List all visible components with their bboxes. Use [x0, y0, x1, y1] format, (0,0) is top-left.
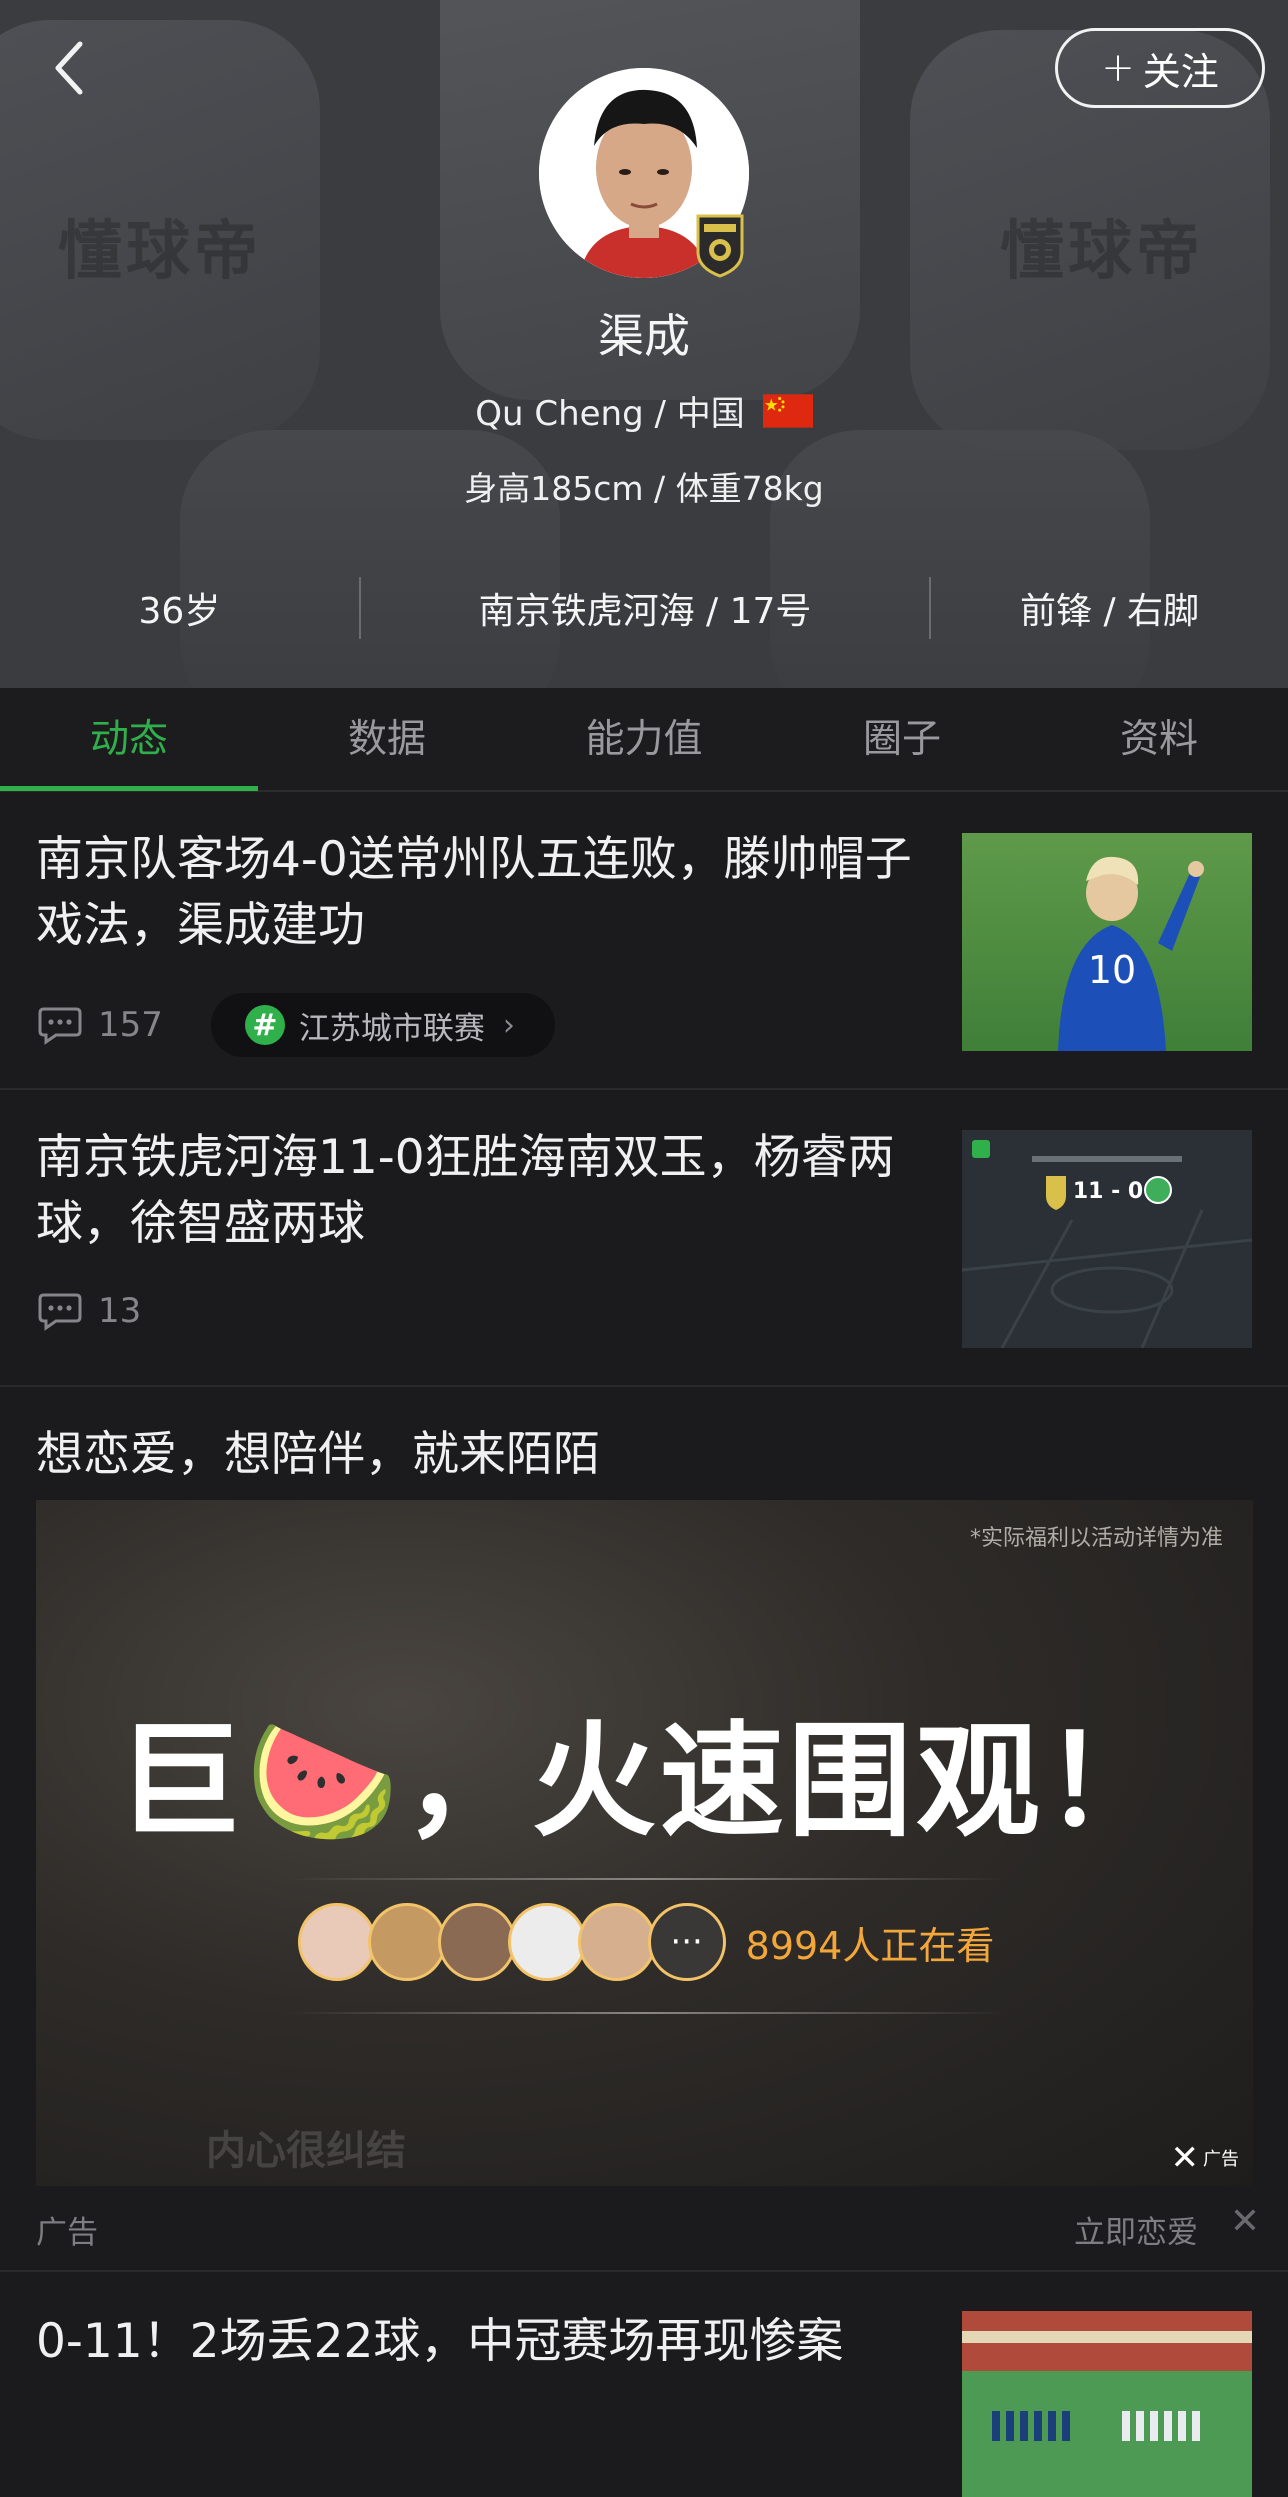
- age-stat: 36岁: [138, 591, 221, 632]
- jersey-number: 10: [1088, 948, 1136, 992]
- ad-label: 广告: [36, 2215, 98, 2251]
- brand-watermark: 懂球帝: [58, 215, 262, 289]
- tab-circle[interactable]: 圈子: [773, 688, 1031, 792]
- news-thumbnail: 11 - 0: [962, 1130, 1252, 1348]
- viewer-avatar: [577, 1903, 656, 1981]
- player-name: 渠成: [598, 309, 690, 363]
- viewer-count: 8994人正在看: [745, 1923, 995, 1968]
- more-icon: ···: [647, 1903, 726, 1981]
- news-item[interactable]: 0-11！2场丢22球，中冠赛场再现惨案: [0, 2273, 1288, 2497]
- comment-icon: [38, 1007, 82, 1045]
- follow-button[interactable]: + 关注: [1055, 28, 1265, 108]
- name-country-text: Qu Cheng / 中国: [475, 394, 745, 434]
- tab-data[interactable]: 数据: [258, 688, 516, 792]
- viewer-avatar: [437, 1903, 516, 1981]
- name-country-line: Qu Cheng / 中国: [0, 386, 1288, 435]
- club-badge-icon: [694, 212, 746, 278]
- player-stats-row: 36岁 南京铁虎河海 / 17号 前锋 / 右脚: [0, 568, 1288, 648]
- viewer-avatar: [507, 1903, 586, 1981]
- news-item[interactable]: 南京铁虎河海11-0狂胜海南双玉，杨睿两球，徐智盛两球 11 - 0 13: [0, 1091, 1288, 1387]
- ad-card[interactable]: 想恋爱，想陪伴，就来陌陌 *实际福利以活动详情为准 巨🍉，火速围观！ ··· 8…: [0, 1387, 1288, 2272]
- chevron-right-icon: ›: [502, 1007, 515, 1043]
- hashtag-icon: #: [244, 1005, 285, 1045]
- topic-tag-label: 江苏城市联赛: [298, 1010, 485, 1047]
- news-thumbnail: [962, 2311, 1252, 2497]
- news-title: 南京队客场4-0送常州队五连败，滕帅帽子戏法，渠成建功: [36, 832, 912, 953]
- close-icon[interactable]: ✕: [1230, 2201, 1260, 2242]
- ad-cta-button[interactable]: 立即恋爱: [1074, 2207, 1198, 2252]
- news-title: 0-11！2场丢22球，中冠赛场再现惨案: [36, 2314, 844, 2369]
- ad-logo-label: 广告: [1203, 2149, 1239, 2170]
- viewer-avatars-row: ··· 8994人正在看: [286, 1900, 1006, 1984]
- player-header: 懂球帝 懂球帝 + 关注 渠成 Qu Cheng / 中国 身高185cm / …: [0, 0, 1288, 688]
- brand-watermark: 懂球帝: [1000, 215, 1204, 289]
- height-weight: 身高185cm / 体重78kg: [464, 469, 824, 508]
- match-score: 11 - 0: [1073, 1179, 1143, 1204]
- ad-network-logo: ✕ 广告: [1171, 2138, 1240, 2178]
- club-number-stat[interactable]: 南京铁虎河海 / 17号: [361, 582, 929, 634]
- news-title: 南京铁虎河海11-0狂胜海南双玉，杨睿两球，徐智盛两球: [36, 1130, 895, 1251]
- ad-title: 想恋爱，想陪伴，就来陌陌: [36, 1427, 600, 1482]
- news-thumbnail: 10: [962, 833, 1252, 1051]
- ad-background-caption: 内心很纠结: [206, 2128, 406, 2174]
- active-tab-indicator: [0, 786, 258, 791]
- comment-icon: [38, 1293, 82, 1331]
- ad-disclaimer: *实际福利以活动详情为准: [969, 1526, 1223, 1551]
- position-foot-stat: 前锋 / 右脚: [1020, 591, 1200, 632]
- comment-count: 13: [98, 1291, 142, 1331]
- viewer-avatar: [367, 1903, 446, 1981]
- comment-count: 157: [98, 1005, 163, 1045]
- ad-divider: [286, 2012, 1006, 2014]
- plus-icon: +: [1101, 45, 1135, 91]
- news-item[interactable]: 南京队客场4-0送常州队五连败，滕帅帽子戏法，渠成建功 10 157 # 江苏城…: [0, 793, 1288, 1090]
- back-button[interactable]: [44, 36, 104, 100]
- china-flag-icon: [762, 393, 813, 428]
- tab-bar: 动态 数据 能力值 圈子 资料: [0, 688, 1288, 792]
- tab-profile[interactable]: 资料: [1030, 688, 1288, 792]
- tab-ability[interactable]: 能力值: [515, 688, 773, 792]
- news-meta: 157 # 江苏城市联赛 ›: [36, 993, 555, 1057]
- tab-dynamics[interactable]: 动态: [0, 688, 258, 792]
- ad-x-icon: ✕: [1170, 2138, 1200, 2178]
- chevron-left-icon: [55, 41, 83, 95]
- ad-image[interactable]: *实际福利以活动详情为准 巨🍉，火速围观！ ··· 8994人正在看 内心很纠结…: [36, 1500, 1253, 2186]
- ad-headline: 巨🍉，火速围观！: [117, 1710, 1172, 1854]
- topic-tag[interactable]: # 江苏城市联赛 ›: [210, 993, 555, 1057]
- ad-divider: [286, 1878, 1006, 1880]
- news-meta: 13: [36, 1291, 141, 1331]
- follow-label: 关注: [1142, 49, 1219, 94]
- viewer-avatar: [297, 1903, 376, 1981]
